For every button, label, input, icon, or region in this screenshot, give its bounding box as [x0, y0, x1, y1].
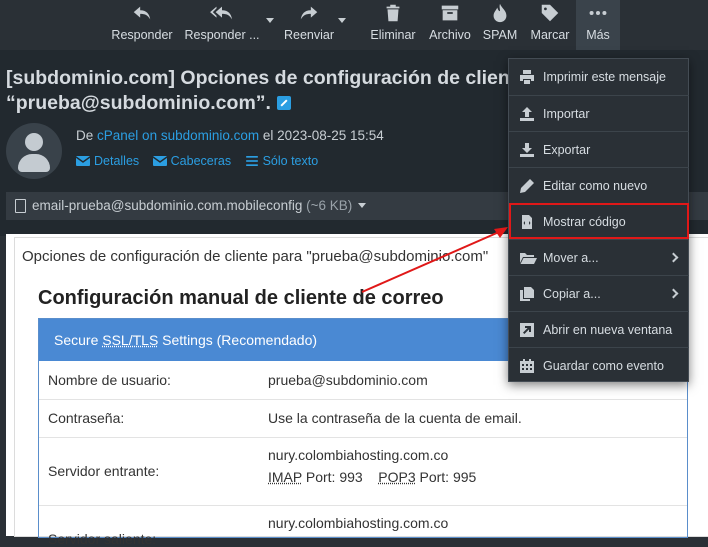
upload-icon [519, 106, 535, 122]
external-window-icon [519, 322, 535, 338]
lines-icon [245, 156, 259, 166]
envelope-icon [76, 156, 90, 166]
table-row: Servidor entrante: nury.colombiahosting.… [39, 437, 687, 505]
calendar-icon [519, 358, 535, 374]
menu-item-print[interactable]: Imprimir este mensaje [509, 59, 689, 95]
details-link[interactable]: Detalles [76, 154, 139, 168]
table-row: Servidor saliente: nury.colombiahosting.… [39, 505, 687, 545]
folder-open-icon [519, 250, 537, 266]
chevron-right-icon [669, 253, 679, 263]
forward-button[interactable]: Reenviar [280, 0, 338, 50]
reply-icon [108, 2, 176, 28]
reply-all-icon [182, 2, 262, 28]
table-row: Contraseña: Use la contraseña de la cuen… [39, 399, 687, 437]
avatar [6, 123, 62, 179]
attachment-size: (~6 KB) [306, 198, 352, 213]
more-menu: Imprimir este mensaje Importar Exportar … [508, 58, 689, 382]
headers-link[interactable]: Cabeceras [153, 154, 231, 168]
menu-item-copy-to[interactable]: Copiar a... [509, 275, 689, 311]
ellipsis-icon [576, 2, 620, 28]
archive-button[interactable]: Archivo [424, 0, 476, 50]
forward-icon [280, 2, 338, 28]
copy-icon [519, 286, 535, 302]
spam-button[interactable]: SPAM [478, 0, 522, 50]
download-icon [519, 142, 535, 158]
delete-button[interactable]: Eliminar [366, 0, 420, 50]
plain-text-link[interactable]: Sólo texto [245, 154, 319, 168]
more-button[interactable]: Más [576, 0, 620, 50]
menu-item-show-source[interactable]: Mostrar código [509, 203, 689, 239]
reply-button[interactable]: Responder [108, 0, 176, 50]
fire-icon [478, 2, 522, 28]
trash-icon [366, 2, 420, 28]
menu-item-export[interactable]: Exportar [509, 131, 689, 167]
archive-icon [424, 2, 476, 28]
sender-link[interactable]: cPanel on subdominio.com [97, 128, 259, 143]
forward-dropdown-icon[interactable] [338, 18, 346, 23]
menu-item-import[interactable]: Importar [509, 95, 689, 131]
menu-item-edit-as-new[interactable]: Editar como nuevo [509, 167, 689, 203]
message-date: 2023-08-25 15:54 [277, 128, 384, 143]
body-intro: Opciones de configuración de cliente par… [22, 248, 488, 265]
message-subject: [subdominio.com] Opciones de configuraci… [6, 66, 536, 116]
open-external-icon[interactable] [277, 96, 291, 110]
config-title: Configuración manual de cliente de corre… [38, 287, 444, 310]
pencil-icon [519, 178, 535, 194]
menu-item-move-to[interactable]: Mover a... [509, 239, 689, 275]
chevron-right-icon [669, 289, 679, 299]
code-file-icon [519, 214, 535, 230]
from-line: De cPanel on subdominio.com el 2023-08-2… [76, 128, 384, 143]
mark-button[interactable]: Marcar [524, 0, 576, 50]
tag-icon [524, 2, 576, 28]
header-links: Detalles Cabeceras Sólo texto [76, 154, 328, 168]
menu-item-open-new-window[interactable]: Abrir en nueva ventana [509, 311, 689, 347]
attachment-name[interactable]: email-prueba@subdominio.com.mobileconfig [32, 198, 302, 213]
file-icon [15, 199, 26, 213]
attachment-dropdown-icon[interactable] [358, 203, 366, 208]
reply-all-button[interactable]: Responder ... [182, 0, 262, 50]
menu-item-save-as-event[interactable]: Guardar como evento [509, 347, 689, 383]
reply-all-dropdown-icon[interactable] [266, 18, 274, 23]
print-icon [519, 69, 535, 85]
headers-envelope-icon [153, 156, 167, 166]
message-toolbar: Responder Responder ... Reenviar Elimina… [0, 0, 708, 50]
